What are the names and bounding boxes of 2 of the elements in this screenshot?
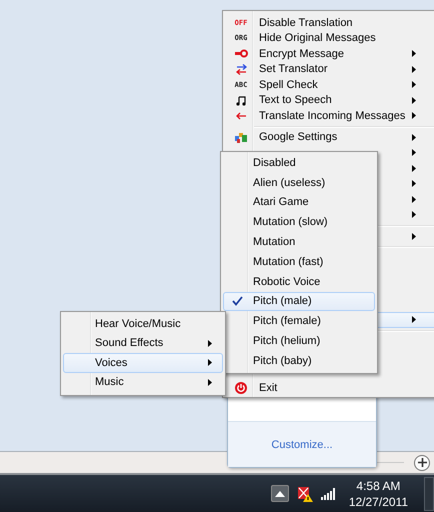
clock-time: 4:58 AM xyxy=(356,478,400,494)
clock-date: 12/27/2011 xyxy=(348,494,408,510)
